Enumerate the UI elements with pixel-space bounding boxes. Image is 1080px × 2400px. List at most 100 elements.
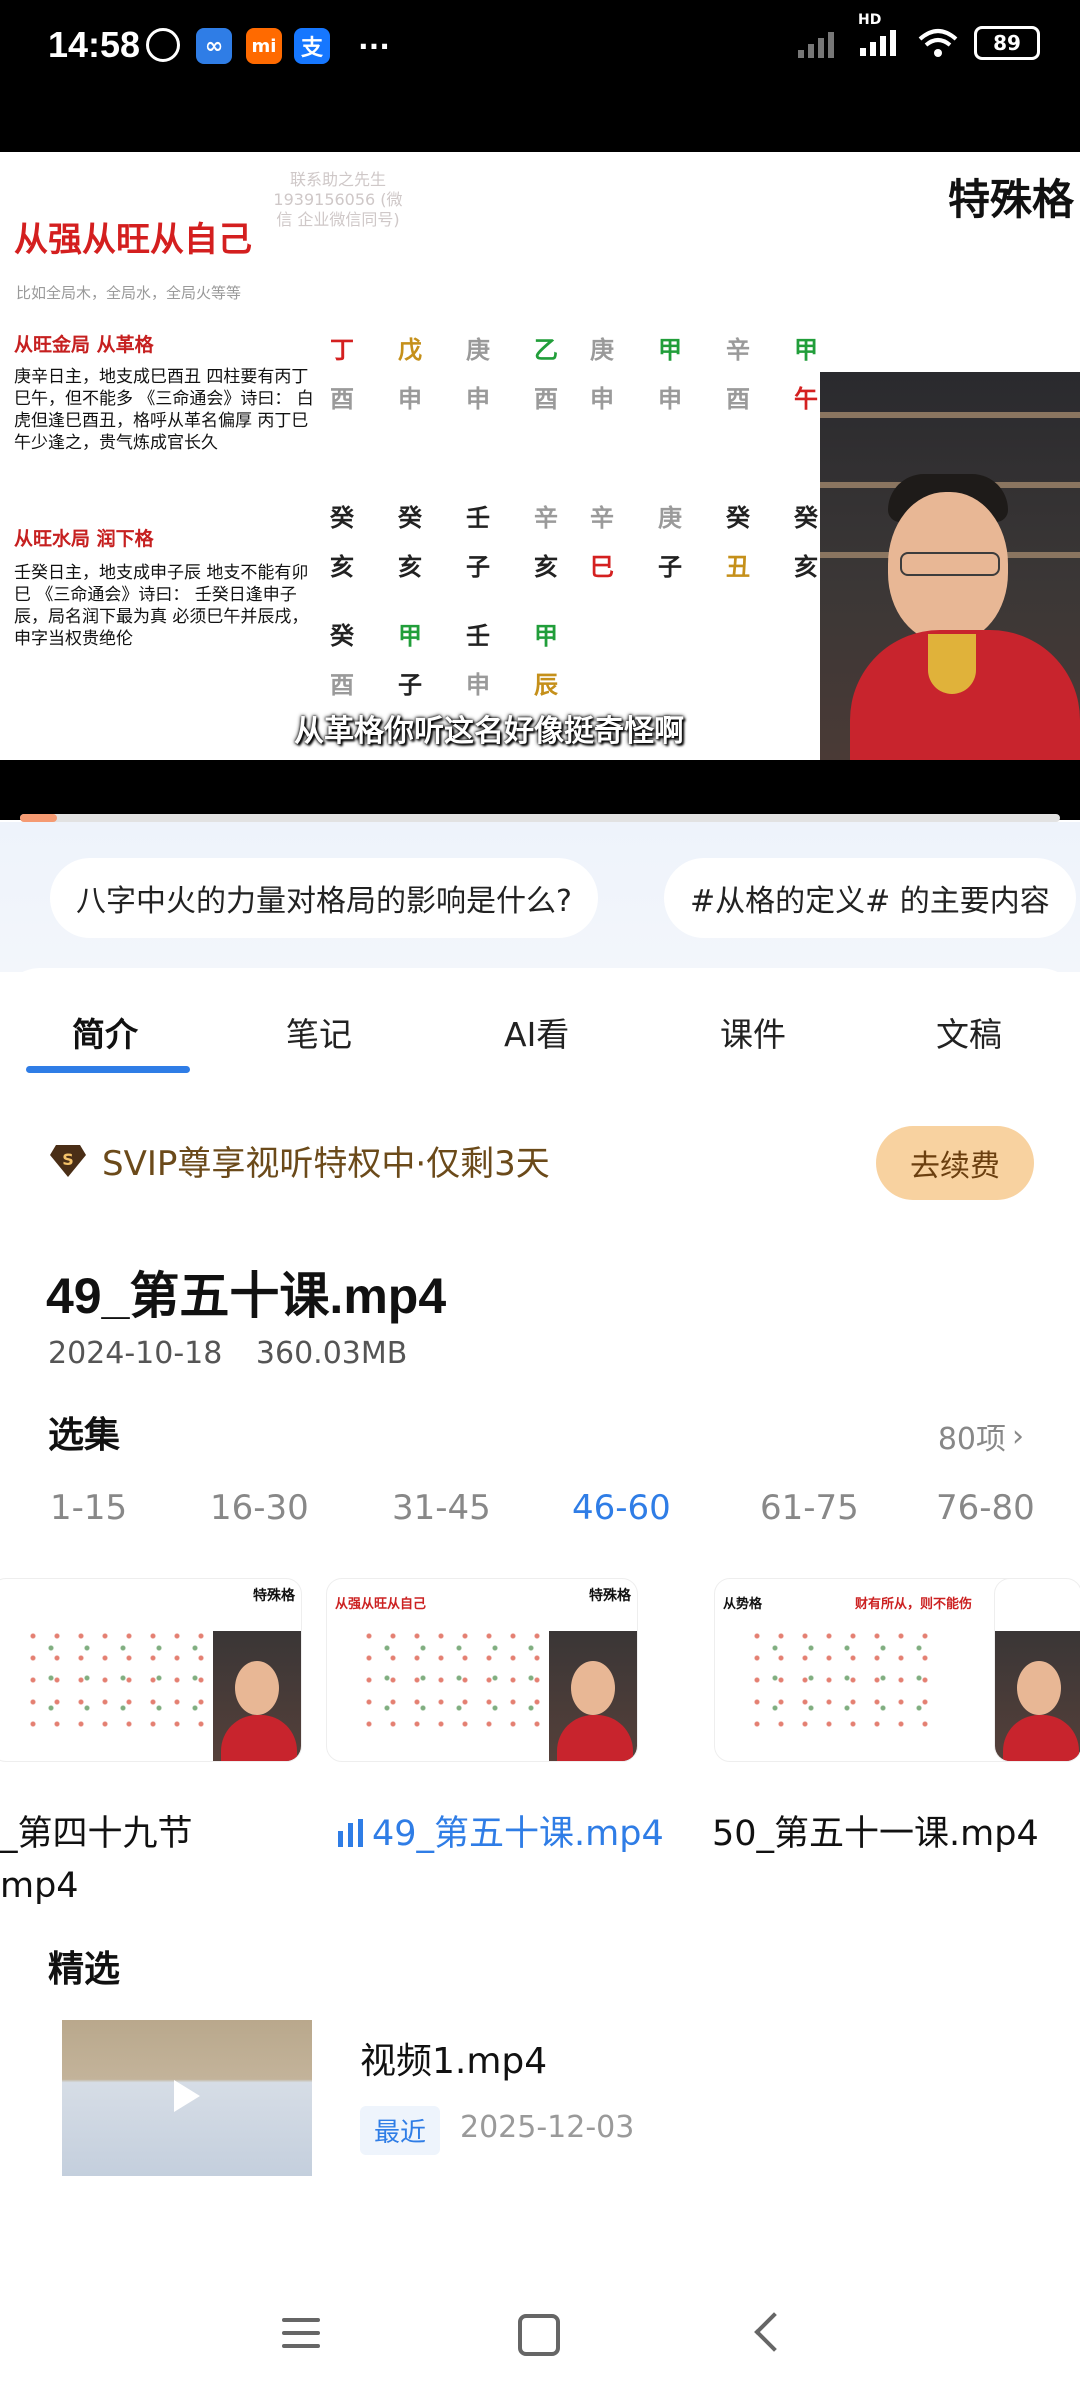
bazi-chart: 庚 甲 辛 甲 申 申 酉 午 [590, 330, 838, 414]
file-date: 2024-10-18 [48, 1336, 223, 1371]
episode-thumbnail[interactable] [994, 1578, 1080, 1762]
section-text: 庚辛日主，地支成巳酉丑 四柱要有丙丁巳午，但不能多 《三命通会》诗曰： 白虎但逢… [14, 367, 314, 453]
range-tab[interactable]: 61-75 [760, 1488, 859, 1528]
bazi-char: 酉 [330, 671, 354, 699]
thumb-title: 从势格 [723, 1597, 763, 1612]
status-bar: 14:58 ∞ mi 支 ··· HD 89 [0, 0, 1080, 152]
bazi-char: 子 [658, 553, 682, 581]
more-notifications-icon: ··· [358, 29, 390, 63]
bazi-char: 辰 [534, 671, 558, 699]
bazi-char: 申 [466, 671, 490, 699]
battery-icon: 89 [974, 26, 1040, 60]
featured-video-thumbnail[interactable] [62, 2020, 312, 2176]
slide-subtitle: 比如全局木，全局水，全局火等等 [16, 284, 242, 302]
episode-name-text: 49_第五十课.mp4 [372, 1814, 664, 1854]
episodes-heading: 选集 [48, 1415, 121, 1456]
tab-ai-watch[interactable]: AI看 [504, 1008, 569, 1056]
bazi-char: 甲 [794, 336, 818, 364]
mi-icon: mi [246, 28, 282, 64]
bazi-char: 甲 [658, 336, 682, 364]
slide-title: 从强从旺从自己 [14, 220, 252, 260]
file-size: 360.03MB [255, 1336, 408, 1371]
featured-video-title[interactable]: 视频1.mp4 [360, 2032, 547, 2084]
section-heading: 从旺金局 从革格 [14, 334, 154, 356]
featured-video-date: 2025-12-03 [460, 2110, 635, 2145]
thumb-title: 从强从旺从自己 [335, 1597, 427, 1612]
thumb-title: 特殊格 [253, 1588, 295, 1604]
bazi-char: 癸 [330, 622, 354, 650]
slide-contact: 联系助之先生 1939156056 (微信 企业微信同号) [273, 170, 403, 229]
bazi-chart: 癸 癸 壬 辛 亥 亥 子 亥 [330, 498, 578, 582]
bazi-char: 癸 [398, 504, 422, 532]
menu-icon[interactable] [282, 2318, 320, 2357]
suggestion-chip[interactable]: #从格的定义# 的主要内容 [664, 858, 1076, 938]
episode-thumbnail[interactable]: 特殊格 [0, 1578, 302, 1762]
bazi-char: 癸 [726, 504, 750, 532]
bazi-char: 申 [590, 385, 614, 413]
alarm-icon [146, 28, 180, 62]
home-icon[interactable] [518, 2314, 560, 2356]
bazi-char: 庚 [466, 336, 490, 364]
chevron-right-icon: › [1012, 1418, 1024, 1454]
bazi-char: 酉 [726, 385, 750, 413]
bazi-char: 亥 [398, 553, 422, 581]
bazi-char: 亥 [534, 553, 558, 581]
svip-banner[interactable]: S SVIP尊享视听特权中·仅剩3天 [48, 1136, 550, 1185]
bazi-char: 申 [398, 385, 422, 413]
bazi-char: 甲 [534, 622, 558, 650]
video-progress-bar[interactable] [20, 814, 1060, 822]
playing-bars-icon [338, 1819, 363, 1847]
range-tab[interactable]: 31-45 [392, 1488, 491, 1528]
episodes-count-link[interactable]: 80项 › [938, 1414, 1024, 1458]
bazi-char: 子 [466, 553, 490, 581]
file-meta: 2024-10-18 360.03MB [48, 1336, 431, 1371]
bazi-char: 酉 [330, 385, 354, 413]
tab-notes[interactable]: 笔记 [286, 1008, 352, 1056]
clock: 14:58 [48, 24, 141, 65]
range-tab[interactable]: 16-30 [210, 1488, 309, 1528]
tab-intro[interactable]: 简介 [72, 1008, 138, 1056]
bazi-char: 乙 [534, 336, 558, 364]
episodes-count: 80项 [937, 1422, 1006, 1457]
bazi-char: 子 [398, 671, 422, 699]
bazi-chart: 辛 庚 癸 癸 巳 子 丑 亥 [590, 498, 838, 582]
episode-name[interactable]: _第四十九节 mp4 [0, 1808, 193, 1912]
section-heading: 从旺水局 润下格 [14, 528, 154, 550]
suggestion-chips: 八字中火的力量对格局的影响是什么? #从格的定义# 的主要内容 [0, 822, 1080, 972]
bazi-char: 庚 [590, 336, 614, 364]
tab-transcript[interactable]: 文稿 [936, 1008, 1002, 1056]
video-player[interactable]: 联系助之先生 1939156056 (微信 企业微信同号) 从强从旺从自己 特殊… [0, 152, 1080, 760]
bazi-char: 壬 [466, 622, 490, 650]
range-tab-active[interactable]: 46-60 [572, 1488, 671, 1528]
bazi-char: 辛 [726, 336, 750, 364]
range-tab[interactable]: 1-15 [50, 1488, 127, 1528]
svip-diamond-icon: S [50, 1144, 86, 1177]
renew-button[interactable]: 去续费 [876, 1126, 1034, 1200]
bazi-char: 庚 [658, 504, 682, 532]
bazi-char: 辛 [590, 504, 614, 532]
system-nav-bar [0, 2270, 1080, 2400]
detail-panel: 简介 笔记 AI看 课件 文稿 S SVIP尊享视听特权中·仅剩3天 去续费 4… [0, 968, 1080, 2400]
bazi-char: 亥 [330, 553, 354, 581]
bazi-char: 巳 [590, 553, 614, 581]
bazi-char: 丁 [330, 336, 354, 364]
video-controls-bar [0, 760, 1080, 820]
episode-thumbnail-active[interactable]: 从强从旺从自己 特殊格 [326, 1578, 638, 1762]
episode-name-line: mp4 [0, 1866, 79, 1906]
tab-underline [26, 1066, 190, 1073]
wifi-icon [918, 29, 958, 57]
bazi-char: 戊 [398, 336, 422, 364]
tab-courseware[interactable]: 课件 [720, 1008, 786, 1056]
back-icon[interactable] [754, 2312, 794, 2352]
thumb-title: 财有所从，则不能伤 [855, 1597, 973, 1612]
status-right: HD 89 [796, 12, 1040, 60]
range-tab[interactable]: 76-80 [936, 1488, 1035, 1528]
recent-badge: 最近 [360, 2106, 441, 2155]
episode-name-active[interactable]: 49_第五十课.mp4 [336, 1808, 664, 1860]
episode-name[interactable]: 50_第五十一课.mp4 [712, 1808, 1039, 1860]
episode-thumbnail[interactable]: 从势格 财有所从，则不能伤 [714, 1578, 1026, 1762]
video-subtitle: 从革格你听这名好像挺奇怪啊 [294, 714, 684, 749]
alipay-icon: 支 [294, 28, 330, 64]
bazi-char: 丑 [726, 553, 750, 581]
suggestion-chip[interactable]: 八字中火的力量对格局的影响是什么? [50, 858, 598, 938]
